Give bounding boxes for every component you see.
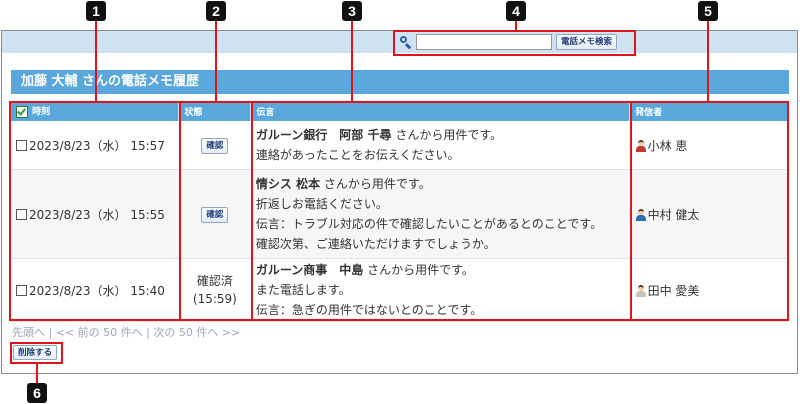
callout-box-status: [179, 101, 253, 321]
pager-prev-link[interactable]: << 前の 50 件へ: [56, 326, 143, 339]
callout-box-message: [251, 101, 632, 321]
pager-first-link[interactable]: 先頭へ: [12, 326, 45, 339]
callout-line: [515, 20, 517, 30]
callout-line: [707, 20, 709, 101]
callout-line: [215, 20, 217, 101]
callout-badge: 4: [506, 1, 526, 21]
callout-box-sender: [630, 101, 789, 321]
callout-line: [95, 20, 97, 101]
pager-next-link[interactable]: 次の 50 件へ >>: [153, 326, 240, 339]
callout-badge: 1: [86, 1, 106, 21]
callout-line: [36, 364, 38, 384]
callout-box-time: [9, 101, 181, 321]
callout-box-search: [393, 30, 636, 56]
callout-badge: 2: [206, 1, 226, 21]
callout-badge: 3: [342, 1, 362, 21]
callout-badge: 6: [27, 383, 47, 403]
pagination: 先頭へ | << 前の 50 件へ | 次の 50 件へ >>: [12, 326, 241, 339]
callout-line: [351, 20, 353, 101]
page-title: 加藤 大輔 さんの電話メモ履歴: [11, 70, 789, 94]
callout-badge: 5: [698, 1, 718, 21]
callout-box-delete: [10, 342, 63, 364]
